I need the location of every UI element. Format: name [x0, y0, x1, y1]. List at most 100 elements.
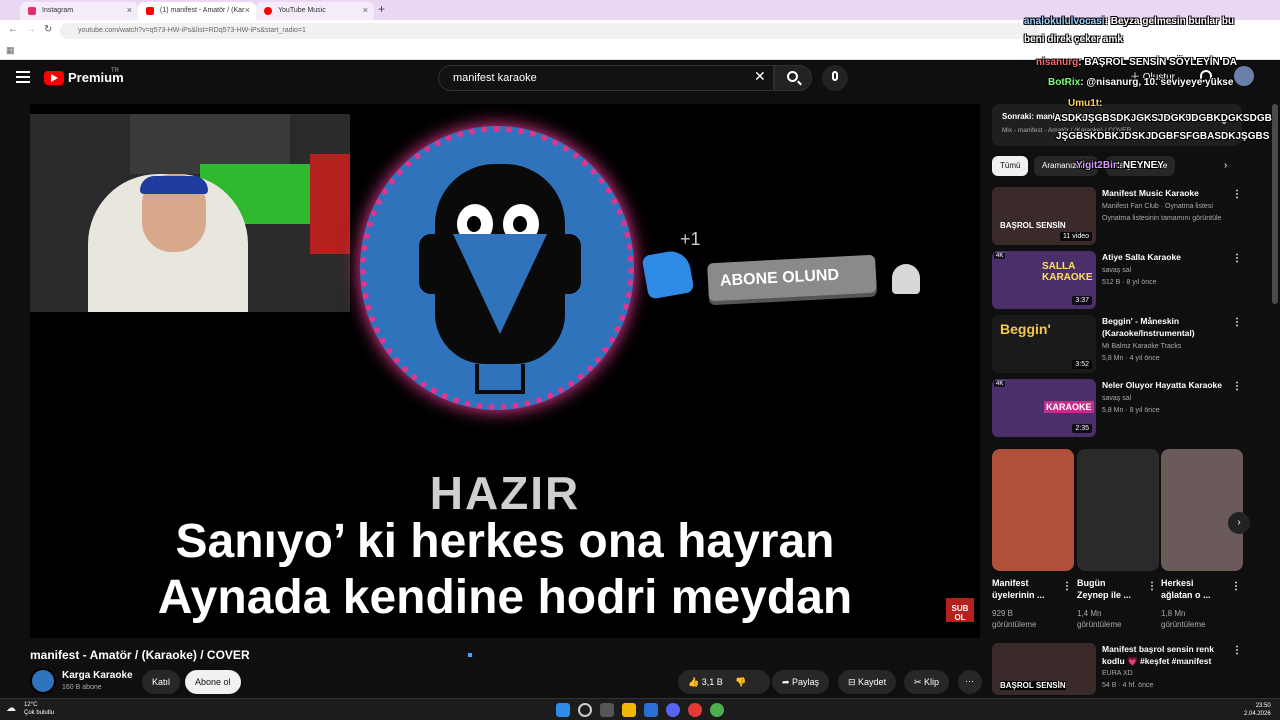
- lyric-line-2: Aynada kendine hodri meydan: [157, 571, 853, 624]
- video-player[interactable]: +1 ABONE OLUND HAZIR Sanıyo’ ki herkes o…: [30, 104, 980, 638]
- chevron-down-icon[interactable]: ⌄: [1220, 116, 1228, 127]
- share-icon: ➦: [782, 677, 793, 687]
- scrollbar[interactable]: [1272, 104, 1278, 304]
- close-icon[interactable]: ×: [127, 5, 132, 15]
- up-next-panel[interactable]: Sonraki: manifest - Başrol Sensin / (Kar…: [992, 104, 1242, 146]
- video-thumbnail[interactable]: Beggin' 3:52: [992, 315, 1096, 373]
- rec-title[interactable]: Atiye Salla Karaoke: [1102, 251, 1232, 263]
- video-thumbnail[interactable]: 4K KARAOKE 2:35: [992, 379, 1096, 437]
- clear-icon[interactable]: ✕: [754, 68, 766, 85]
- chrome-icon[interactable]: [688, 703, 702, 717]
- back-icon[interactable]: ←: [8, 24, 18, 35]
- rec-item[interactable]: BAŞROL SENSİN Manifest başrol sensin ren…: [992, 643, 1252, 701]
- create-button[interactable]: ＋ Oluştur: [1130, 68, 1175, 83]
- clip-button[interactable]: ✂ Klip: [904, 670, 950, 694]
- more-icon[interactable]: ⋮: [1232, 189, 1242, 200]
- 4k-badge: 4K: [994, 253, 1006, 259]
- channel-subscribers: 160 B abone: [62, 684, 102, 691]
- rec-title[interactable]: Manifest Music Karaoke: [1102, 187, 1232, 199]
- search-input[interactable]: manifest karaoke: [438, 65, 774, 91]
- windows-start-icon[interactable]: [556, 703, 570, 717]
- more-actions-button[interactable]: ⋯: [958, 670, 982, 694]
- search-button[interactable]: [774, 65, 812, 91]
- address-bar: ← → ↻ youtube.com/watch?v=q573-HW-iPs&li…: [0, 20, 1280, 42]
- mic-icon: [832, 71, 838, 81]
- country-code: TR: [111, 68, 119, 74]
- rec-item[interactable]: 4K KARAOKE 2:35 Neler Oluyor Hayatta Kar…: [992, 379, 1252, 437]
- obs-icon[interactable]: [710, 703, 724, 717]
- tab-youtube[interactable]: (1) manifest - Amatör / (Kar ×: [138, 2, 256, 20]
- scissors-icon: ✂: [914, 677, 925, 687]
- chip-channel[interactable]: Karga Karaoke: [1106, 156, 1176, 176]
- chevron-right-icon[interactable]: ›: [1224, 160, 1227, 171]
- rec-title[interactable]: Neler Oluyor Hayatta Karaoke: [1102, 379, 1232, 391]
- rec-meta: 5,8 Mn · 8 yıl önce: [1102, 407, 1160, 414]
- rec-meta: Oynatma listesinin tamamını görüntüle: [1102, 215, 1222, 222]
- task-view-icon[interactable]: [600, 703, 614, 717]
- close-icon[interactable]: ×: [245, 5, 250, 15]
- more-icon: ⋯: [965, 676, 974, 686]
- short-thumbnail[interactable]: [1077, 449, 1159, 571]
- short-title[interactable]: Herkesi ağlatan o ...: [1161, 577, 1221, 601]
- channel-name[interactable]: Karga Karaoke: [62, 670, 133, 681]
- create-label: Oluştur: [1142, 72, 1176, 83]
- thumbs-down-icon[interactable]: 👎: [735, 677, 746, 687]
- more-icon[interactable]: ⋮: [1062, 581, 1072, 592]
- rec-item[interactable]: BAŞROL SENSİN 11 video Manifest Music Ka…: [992, 187, 1252, 245]
- share-button[interactable]: ➦ Paylaş: [772, 670, 830, 694]
- avatar[interactable]: [1234, 66, 1254, 86]
- like-button[interactable]: 👍 3,1 B 👎: [678, 670, 770, 694]
- thumbnail-text: KARAOKE: [1044, 401, 1094, 413]
- more-icon[interactable]: ⋮: [1232, 381, 1242, 392]
- rec-title[interactable]: Beggin' - Måneskin (Karaoke/Instrumental…: [1102, 315, 1232, 339]
- steam-icon[interactable]: [644, 703, 658, 717]
- thumbnail-text: Beggin': [1000, 321, 1051, 337]
- search-icon[interactable]: [578, 703, 592, 717]
- discord-icon[interactable]: [666, 703, 680, 717]
- more-icon[interactable]: ⋮: [1231, 581, 1241, 592]
- close-icon[interactable]: ×: [363, 5, 368, 15]
- tab-youtube-music[interactable]: YouTube Music ×: [256, 2, 374, 20]
- chevron-right-icon[interactable]: ›: [1228, 512, 1250, 534]
- video-thumbnail[interactable]: 4K SALLA KARAOKE 3:37: [992, 251, 1096, 309]
- duration-badge: 3:52: [1072, 360, 1092, 369]
- more-icon[interactable]: ⋮: [1232, 253, 1242, 264]
- rec-item[interactable]: 4K SALLA KARAOKE 3:37 Atiye Salla Karaok…: [992, 251, 1252, 309]
- url-field[interactable]: youtube.com/watch?v=q573-HW-iPs&list=RDq…: [60, 23, 1040, 39]
- short-title[interactable]: Manifest üyelerinin ...: [992, 577, 1052, 601]
- chip-all[interactable]: Tümü: [992, 156, 1029, 176]
- file-explorer-icon[interactable]: [622, 703, 636, 717]
- menu-icon[interactable]: [16, 71, 30, 83]
- short-thumbnail[interactable]: [992, 449, 1074, 571]
- system-clock[interactable]: 23:50 2.04.2026: [1244, 702, 1271, 718]
- webcam-overlay: [30, 114, 350, 312]
- apps-icon[interactable]: ▦: [6, 45, 15, 56]
- short-views: 929 Bgörüntüleme: [992, 609, 1037, 629]
- more-icon[interactable]: ⋮: [1232, 317, 1242, 328]
- video-thumbnail[interactable]: BAŞROL SENSİN: [992, 643, 1096, 695]
- forward-icon[interactable]: →: [26, 24, 36, 35]
- weather-widget[interactable]: 12°C Çok bulutlu: [24, 701, 54, 717]
- tab-instagram[interactable]: Instagram ×: [20, 2, 138, 20]
- new-tab-button[interactable]: +: [378, 2, 385, 16]
- rec-item[interactable]: Beggin' 3:52 Beggin' - Måneskin (Karaoke…: [992, 315, 1252, 373]
- chip-from-search[interactable]: Aramanızdan: [1034, 156, 1098, 176]
- short-thumbnail[interactable]: [1161, 449, 1243, 571]
- channel-avatar[interactable]: [30, 668, 56, 694]
- youtube-music-icon: [264, 7, 272, 15]
- more-icon[interactable]: ⋮: [1147, 581, 1157, 592]
- video-title: manifest - Amatör / (Karaoke) / COVER: [30, 648, 250, 662]
- short-title[interactable]: Bugün Zeynep ile ...: [1077, 577, 1137, 601]
- reload-icon[interactable]: ↻: [44, 24, 52, 35]
- notifications-bell-icon[interactable]: [1200, 70, 1212, 82]
- save-button[interactable]: ⊟ Kaydet: [838, 670, 897, 694]
- rec-title[interactable]: Manifest başrol sensin renk kodlu 💗 #keş…: [1102, 643, 1232, 667]
- share-label: Paylaş: [792, 677, 820, 687]
- video-thumbnail[interactable]: BAŞROL SENSİN 11 video: [992, 187, 1096, 245]
- rec-meta: 5,8 Mn · 4 yıl önce: [1102, 355, 1160, 362]
- subscribe-button[interactable]: Abone ol: [185, 670, 241, 694]
- video-count-badge: 11 video: [1060, 232, 1092, 241]
- more-icon[interactable]: ⋮: [1232, 645, 1242, 656]
- join-button[interactable]: Katıl: [142, 670, 181, 694]
- voice-search-button[interactable]: [822, 65, 848, 91]
